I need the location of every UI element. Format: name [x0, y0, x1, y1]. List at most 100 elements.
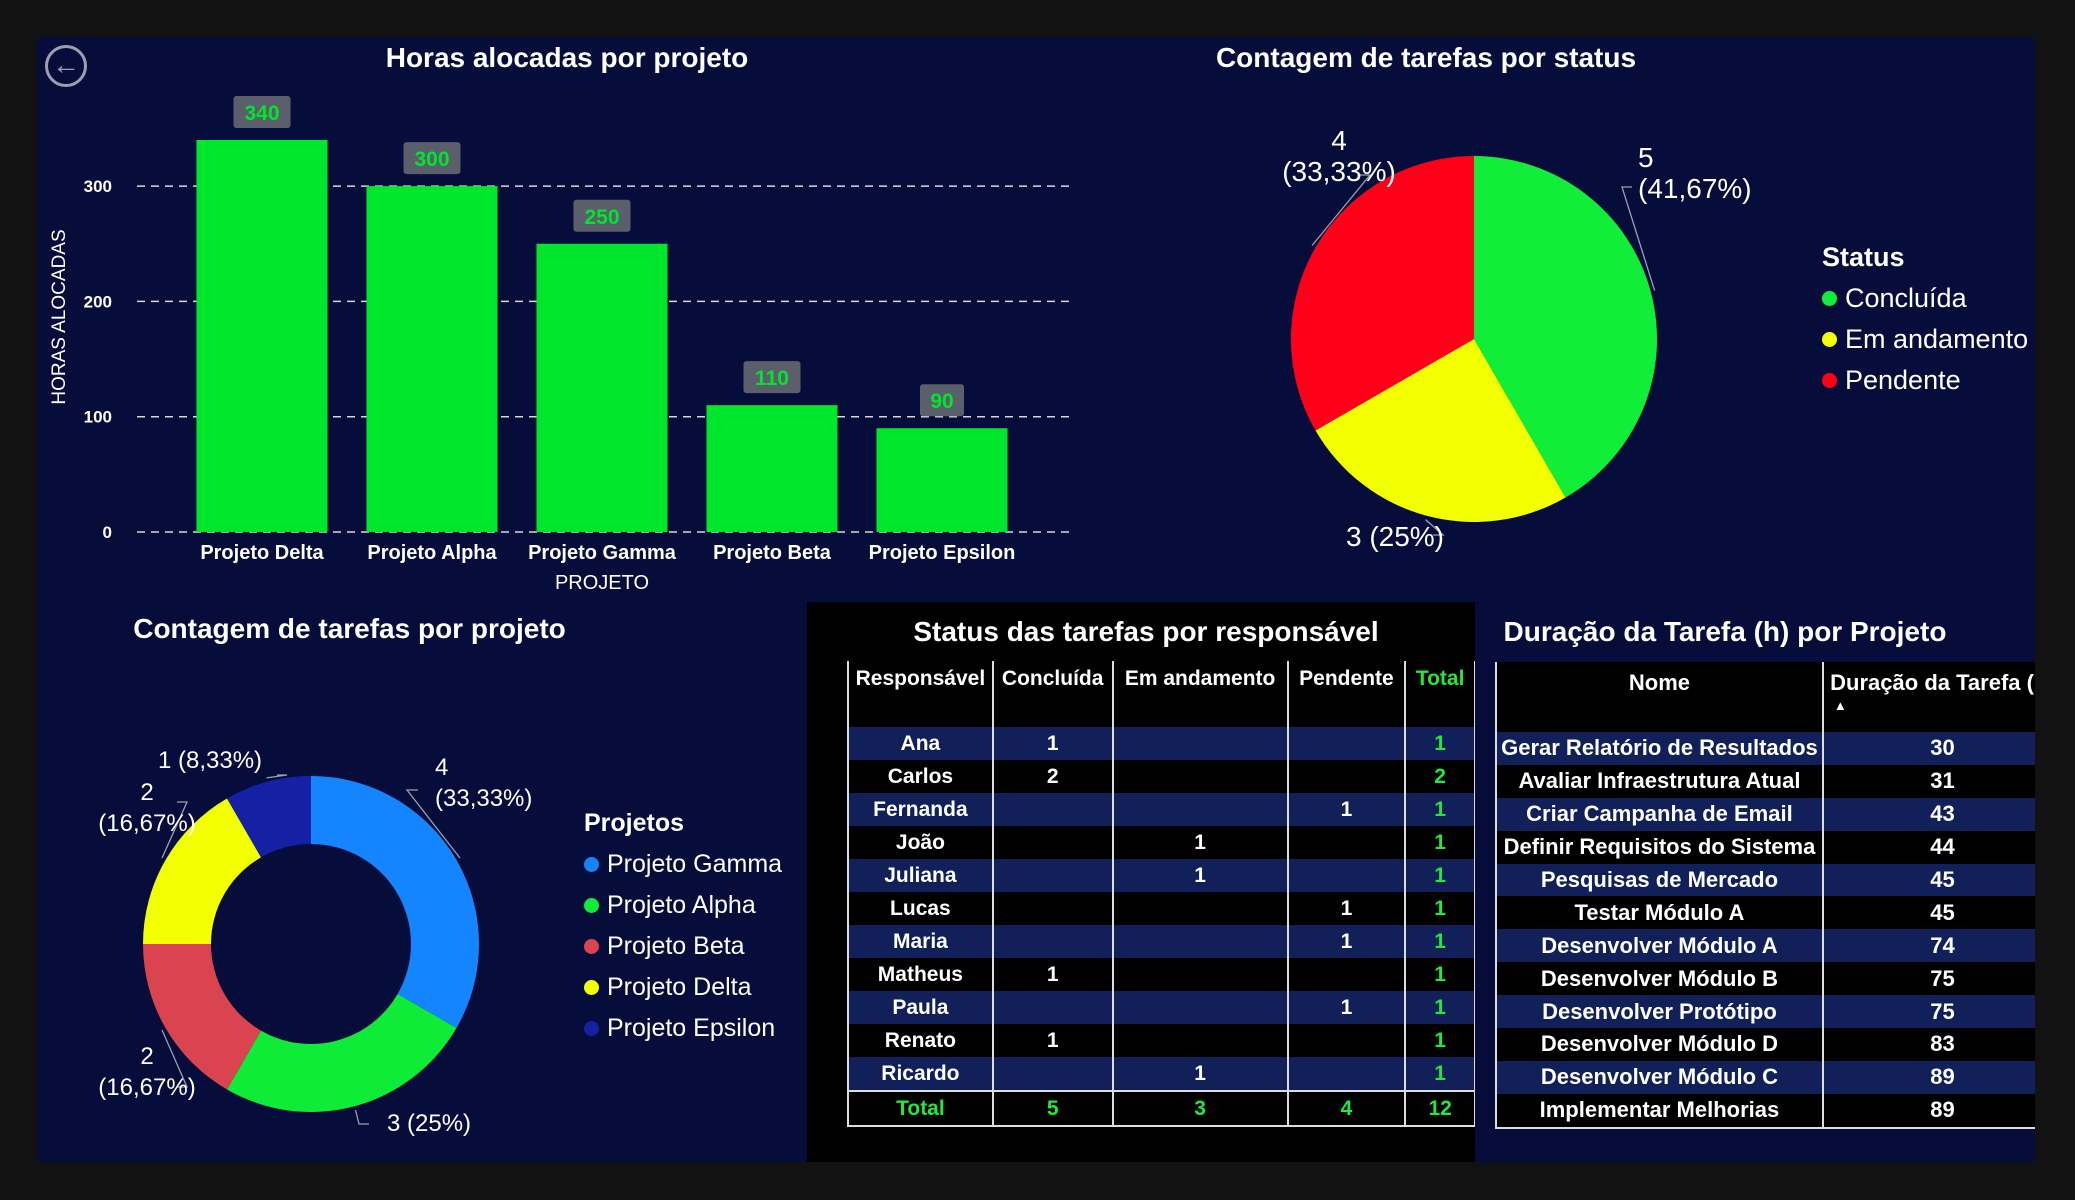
- col-header[interactable]: Total: [1404, 661, 1475, 727]
- table-row[interactable]: Desenvolver Módulo A 74: [1496, 929, 2035, 963]
- bar: [706, 405, 838, 532]
- legend-label: Projeto Gamma: [607, 850, 783, 878]
- col-header-duracao[interactable]: Duração da Tarefa (h) ▲: [1821, 662, 2035, 732]
- responsavel-cell: Juliana: [848, 859, 993, 892]
- data-label: 340: [244, 102, 279, 125]
- count-cell: [1111, 1024, 1288, 1057]
- duration-cell: 75: [1821, 962, 2035, 996]
- col-header[interactable]: Pendente: [1286, 661, 1406, 727]
- table-row[interactable]: Criar Campanha de Email 43: [1496, 797, 2035, 831]
- x-axis-label: PROJETO: [555, 572, 649, 594]
- count-cell: [1111, 958, 1288, 991]
- col-header[interactable]: Responsável: [848, 661, 993, 727]
- sort-ascending-icon: ▲: [1833, 698, 1847, 713]
- count-cell: 1: [1111, 859, 1288, 892]
- count-cell: [1111, 760, 1288, 793]
- table-row[interactable]: Ana 1 1: [848, 727, 1475, 760]
- x-tick-label: Projeto Alpha: [367, 542, 497, 564]
- table-row[interactable]: Desenvolver Protótipo 75: [1496, 995, 2035, 1029]
- table-row[interactable]: Testar Módulo A 45: [1496, 896, 2035, 930]
- count-cell: 1: [1111, 1057, 1288, 1091]
- table-row[interactable]: Fernanda 1 1: [848, 793, 1475, 826]
- table-row[interactable]: Desenvolver Módulo B 75: [1496, 962, 2035, 996]
- count-cell: 1: [1111, 826, 1288, 859]
- table-row[interactable]: Maria 1 1: [848, 925, 1475, 958]
- count-cell: 1: [991, 1024, 1113, 1057]
- count-cell: 1: [1404, 826, 1475, 859]
- count-cell: [991, 991, 1113, 1024]
- duration-cell: 89: [1821, 1093, 2035, 1128]
- table-row[interactable]: Desenvolver Módulo C 89: [1496, 1060, 2035, 1094]
- legend-item-delta[interactable]: Projeto Delta: [584, 973, 782, 1002]
- count-cell: 2: [991, 760, 1113, 793]
- count-cell: [1111, 727, 1288, 760]
- table-row[interactable]: Avaliar Infraestrutura Atual 31: [1496, 764, 2035, 798]
- responsavel-cell: Matheus: [848, 958, 993, 991]
- count-cell: 1: [1286, 793, 1406, 826]
- table-row[interactable]: Lucas 1 1: [848, 892, 1475, 925]
- slice-label: (16,67%): [98, 810, 195, 837]
- data-label: 300: [414, 148, 449, 171]
- duration-cell: 74: [1821, 929, 2035, 963]
- task-name-cell: Pesquisas de Mercado: [1496, 863, 1823, 897]
- table-row[interactable]: João 1 1: [848, 826, 1475, 859]
- table-row[interactable]: Definir Requisitos do Sistema 44: [1496, 830, 2035, 864]
- table-row[interactable]: Ricardo 1 1: [848, 1057, 1475, 1091]
- pie-slice: [227, 994, 457, 1112]
- col-header[interactable]: Concluída: [991, 661, 1113, 727]
- legend-item-pendente[interactable]: Pendente: [1822, 365, 2028, 396]
- task-name-cell: Avaliar Infraestrutura Atual: [1496, 764, 1823, 798]
- responsavel-cell: Renato: [848, 1024, 993, 1057]
- bar: [536, 243, 668, 532]
- legend-item-concluida[interactable]: Concluída: [1822, 283, 2028, 314]
- legend-item-gamma[interactable]: Projeto Gamma: [584, 850, 782, 879]
- legend-label: Pendente: [1845, 365, 1961, 395]
- status-legend-title: Status: [1822, 242, 1905, 272]
- status-table-panel: Status das tarefas por responsável Respo…: [807, 602, 1475, 1162]
- slice-label: 3 (25%): [387, 1110, 471, 1137]
- task-name-cell: Desenvolver Módulo B: [1496, 962, 1823, 996]
- table-row[interactable]: Pesquisas de Mercado 45: [1496, 863, 2035, 897]
- table-row[interactable]: Carlos 2 2: [848, 760, 1475, 793]
- col-header-nome[interactable]: Nome: [1496, 662, 1823, 732]
- responsavel-cell: Lucas: [848, 892, 993, 925]
- count-cell: 2: [1404, 760, 1475, 793]
- data-label: 250: [584, 206, 619, 229]
- legend-item-alpha[interactable]: Projeto Alpha: [584, 891, 782, 920]
- bar-chart-panel: ← Horas alocadas por projeto 0 100 200 300 3…: [37, 37, 1087, 597]
- col-header-label: Duração da Tarefa (h): [1830, 670, 2035, 695]
- data-label: 110: [755, 367, 789, 390]
- task-name-cell: Desenvolver Protótipo: [1496, 995, 1823, 1029]
- table-row[interactable]: Matheus 1 1: [848, 958, 1475, 991]
- legend-swatch: [1822, 373, 1837, 388]
- legend-swatch: [584, 1021, 599, 1036]
- table-row[interactable]: Juliana 1 1: [848, 859, 1475, 892]
- count-cell: 1: [1404, 793, 1475, 826]
- count-cell: 1: [1404, 727, 1475, 760]
- count-cell: [1111, 892, 1288, 925]
- legend-item-beta[interactable]: Projeto Beta: [584, 932, 782, 961]
- legend-item-em-andamento[interactable]: Em andamento: [1822, 324, 2028, 355]
- table-row[interactable]: Paula 1 1: [848, 991, 1475, 1024]
- count-cell: [1286, 859, 1406, 892]
- count-cell: 1: [1404, 991, 1475, 1024]
- slice-label: (33,33%): [435, 785, 532, 812]
- count-cell: [991, 1057, 1113, 1091]
- count-cell: [1286, 727, 1406, 760]
- task-name-cell: Desenvolver Módulo D: [1496, 1028, 1823, 1061]
- legend-swatch: [584, 939, 599, 954]
- legend-item-epsilon[interactable]: Projeto Epsilon: [584, 1014, 782, 1043]
- donut-chart-panel: Contagem de tarefas por projeto 4 (33,33%…: [37, 597, 807, 1162]
- count-cell: 1: [1286, 892, 1406, 925]
- table-row[interactable]: Gerar Relatório de Resultados 30: [1496, 732, 2035, 765]
- bar-chart: 0 100 200 300 340 Projeto Delta 300 Projeto Alp…: [49, 95, 1072, 594]
- table-row[interactable]: Desenvolver Módulo D 83: [1496, 1028, 2035, 1061]
- total-cell: 12: [1404, 1090, 1475, 1126]
- count-cell: 1: [991, 727, 1113, 760]
- y-tick-label: 100: [84, 408, 112, 427]
- table-row[interactable]: Renato 1 1: [848, 1024, 1475, 1057]
- status-legend: Status Concluída Em andamento Pendente: [1822, 242, 2028, 396]
- table-row[interactable]: Implementar Melhorias 89: [1496, 1093, 2035, 1128]
- slice-label: 1 (8,33%): [158, 747, 262, 774]
- col-header[interactable]: Em andamento: [1111, 661, 1288, 727]
